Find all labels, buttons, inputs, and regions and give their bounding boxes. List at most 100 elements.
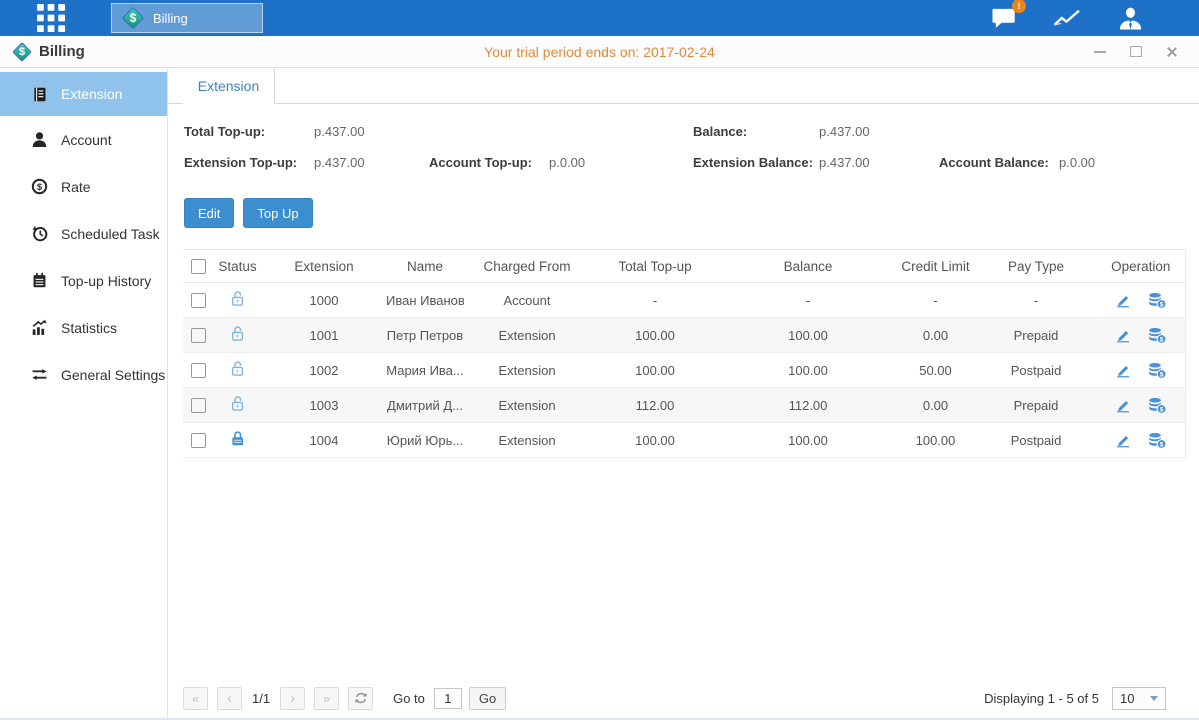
lock-open-icon	[229, 395, 246, 412]
column-header-operation: Operation	[1097, 250, 1185, 283]
goto-label: Go to	[393, 691, 425, 706]
edit-row-button[interactable]	[1114, 293, 1132, 308]
sidebar-item-statistics[interactable]: Statistics	[0, 304, 167, 351]
dollar-circle-icon: $	[31, 178, 48, 195]
cell-pay-type: Prepaid	[975, 318, 1097, 353]
account-balance-label: Account Balance:	[939, 155, 1049, 170]
cell-charged-from: Extension	[464, 318, 590, 353]
screen: Billing	[0, 0, 1199, 720]
cell-extension: 1004	[262, 423, 386, 458]
extension-topup-value: p.437.00	[314, 155, 365, 170]
cell-charged-from: Account	[464, 283, 590, 318]
sidebar-item-account[interactable]: Account	[0, 116, 167, 163]
cell-extension: 1003	[262, 388, 386, 423]
messages-button[interactable]	[989, 5, 1019, 31]
select-all-checkbox[interactable]	[191, 259, 206, 274]
table-row: 1001 Петр Петров Extension 100.00 100.00…	[183, 318, 1185, 353]
pencil-icon	[1114, 363, 1132, 378]
top-up-row-button[interactable]: $	[1147, 397, 1167, 414]
cell-total-topup: 100.00	[590, 318, 720, 353]
sidebar-item-general-settings[interactable]: General Settings	[0, 351, 167, 398]
go-button[interactable]: Go	[469, 687, 506, 710]
toolbar: Edit Top Up	[184, 198, 1199, 228]
statistics-icon	[31, 319, 48, 336]
last-page-button[interactable]	[314, 687, 339, 710]
minimize-button[interactable]	[1093, 45, 1107, 59]
coins-dollar-icon: $	[1147, 362, 1167, 379]
top-right-icons	[989, 5, 1145, 31]
taskbar-tab-billing[interactable]: Billing	[111, 3, 263, 33]
displaying-info: Displaying 1 - 5 of 5	[984, 691, 1099, 706]
next-page-button[interactable]	[280, 687, 305, 710]
previous-page-button[interactable]	[217, 687, 242, 710]
extension-topup-label: Extension Top-up:	[184, 155, 297, 170]
status-cell[interactable]	[213, 283, 262, 318]
column-header-total-topup: Total Top-up	[590, 250, 720, 283]
apps-menu-button[interactable]	[35, 2, 67, 34]
taskbar-tab-label: Billing	[153, 11, 188, 26]
sidebar-item-topup-history[interactable]: Top-up History	[0, 257, 167, 304]
top-up-row-button[interactable]: $	[1147, 432, 1167, 449]
pencil-icon	[1114, 433, 1132, 448]
edit-row-button[interactable]	[1114, 328, 1132, 343]
notebook-icon	[31, 272, 48, 289]
row-checkbox[interactable]	[191, 293, 206, 308]
balance-summary: Total Top-up: p.437.00 Balance: p.437.00…	[168, 120, 1199, 186]
cell-extension: 1002	[262, 353, 386, 388]
sidebar-item-extension[interactable]: Extension	[0, 72, 167, 116]
maximize-button[interactable]	[1129, 45, 1143, 59]
cell-balance: 112.00	[720, 388, 896, 423]
tab-extension[interactable]: Extension	[183, 68, 275, 104]
status-cell[interactable]	[213, 318, 262, 353]
goto-page-input[interactable]	[434, 688, 462, 709]
status-cell[interactable]	[213, 423, 262, 458]
coins-dollar-icon: $	[1147, 432, 1167, 449]
sidebar-item-scheduled-task[interactable]: Scheduled Task	[0, 210, 167, 257]
column-header-credit-limit: Credit Limit	[896, 250, 975, 283]
status-cell[interactable]	[213, 353, 262, 388]
first-page-button[interactable]	[183, 687, 208, 710]
top-up-row-button[interactable]: $	[1147, 292, 1167, 309]
sidebar: Extension Account $ Rate Scheduled Task	[0, 68, 168, 720]
cell-name: Дмитрий Д...	[386, 388, 464, 423]
apps-grid-icon	[37, 4, 66, 33]
close-icon	[1166, 46, 1178, 58]
close-button[interactable]	[1165, 45, 1179, 59]
top-up-row-button[interactable]: $	[1147, 327, 1167, 344]
edit-row-button[interactable]	[1114, 433, 1132, 448]
coins-dollar-icon: $	[1147, 397, 1167, 414]
row-checkbox[interactable]	[191, 363, 206, 378]
top-up-row-button[interactable]: $	[1147, 362, 1167, 379]
row-checkbox[interactable]	[191, 433, 206, 448]
resource-monitor-button[interactable]	[1052, 5, 1082, 31]
row-checkbox[interactable]	[191, 328, 206, 343]
svg-text:$: $	[1160, 406, 1164, 413]
cell-pay-type: Postpaid	[975, 423, 1097, 458]
edit-row-button[interactable]	[1114, 363, 1132, 378]
cell-credit-limit: 50.00	[896, 353, 975, 388]
refresh-button[interactable]	[348, 687, 373, 710]
account-menu-button[interactable]	[1115, 5, 1145, 31]
status-cell[interactable]	[213, 388, 262, 423]
main-panel: Extension Total Top-up: p.437.00 Balance…	[168, 68, 1199, 720]
total-topup-value: p.437.00	[314, 124, 365, 139]
row-checkbox[interactable]	[191, 398, 206, 413]
sidebar-item-label: Scheduled Task	[61, 226, 160, 242]
edit-row-button[interactable]	[1114, 398, 1132, 413]
extension-table: Status Extension Name Charged From Total…	[183, 249, 1186, 458]
column-header-balance: Balance	[720, 250, 896, 283]
page-size-select[interactable]: 10	[1112, 687, 1166, 710]
sidebar-item-label: Account	[61, 132, 112, 148]
svg-text:$: $	[1160, 371, 1164, 378]
cell-credit-limit: -	[896, 283, 975, 318]
tab-strip: Extension	[168, 68, 1199, 104]
top-up-button[interactable]: Top Up	[243, 198, 312, 228]
sidebar-item-rate[interactable]: $ Rate	[0, 163, 167, 210]
lock-open-icon	[229, 360, 246, 377]
extension-balance-value: p.437.00	[819, 155, 870, 170]
window-title-group: Billing	[12, 42, 85, 62]
edit-button[interactable]: Edit	[184, 198, 234, 228]
sidebar-item-label: Rate	[61, 179, 91, 195]
account-balance-value: p.0.00	[1059, 155, 1095, 170]
top-bar: Billing	[0, 0, 1199, 36]
